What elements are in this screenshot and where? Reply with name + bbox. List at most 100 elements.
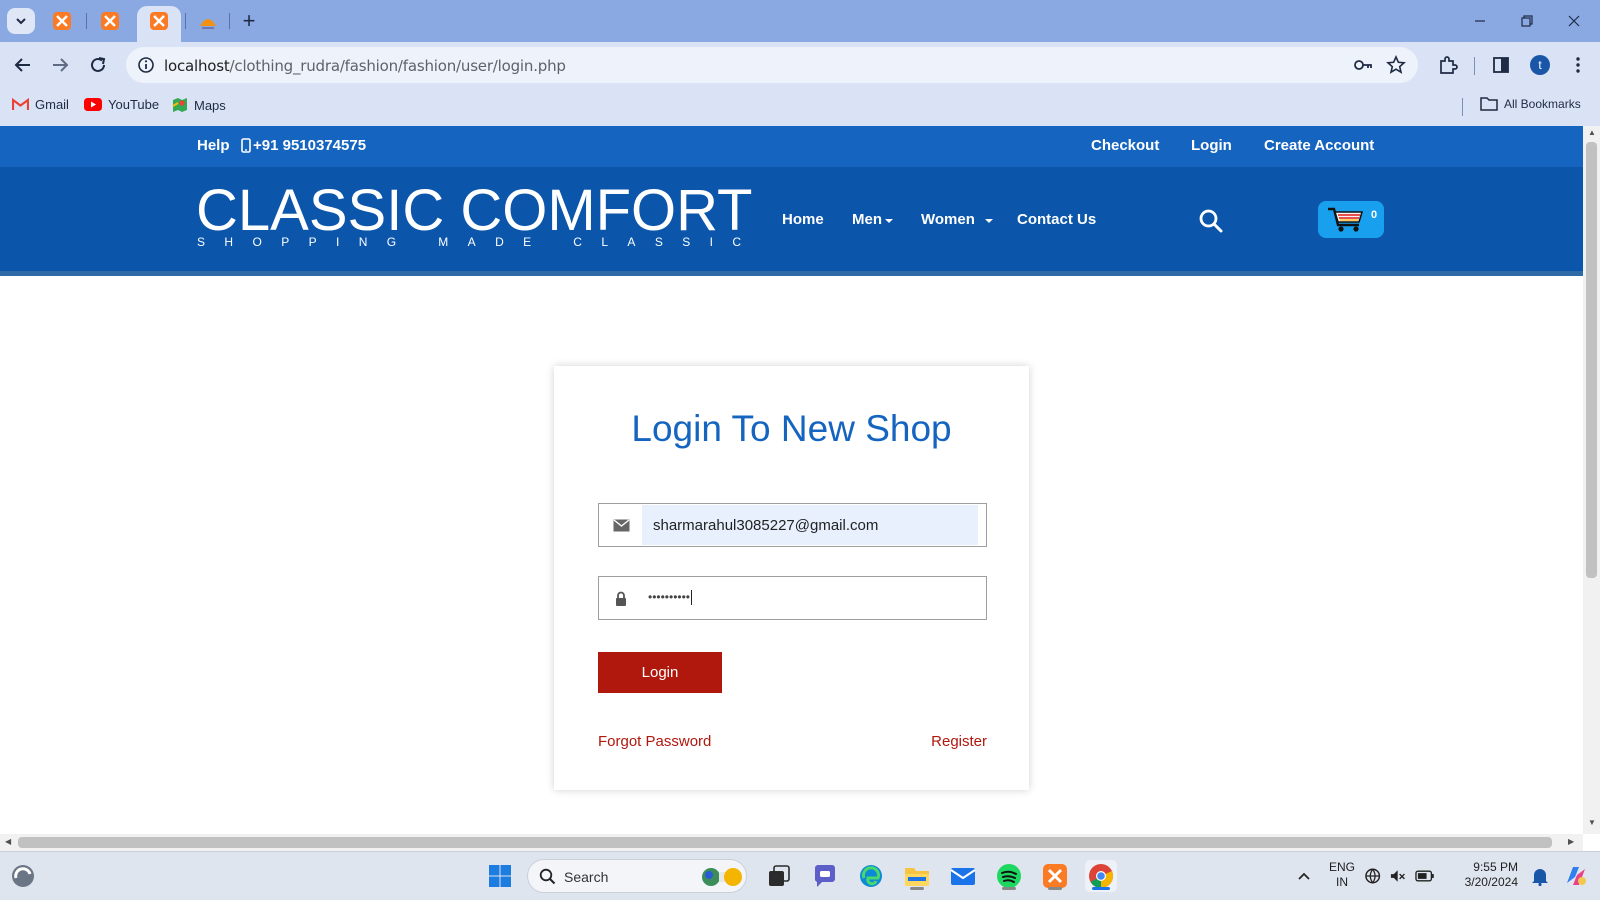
search-icon	[539, 868, 556, 885]
nav-men-dropdown[interactable]: Men	[852, 211, 893, 228]
password-field[interactable]: ••••••••••	[598, 576, 987, 620]
help-link[interactable]: Help	[197, 137, 230, 154]
bookmark-maps[interactable]: Maps	[172, 97, 226, 113]
checkout-link[interactable]: Checkout	[1091, 137, 1159, 154]
taskbar-search-box[interactable]: Search	[527, 859, 747, 893]
spotify-icon	[997, 864, 1021, 888]
forgot-password-link[interactable]: Forgot Password	[598, 733, 711, 750]
language-indicator[interactable]: ENG IN	[1326, 860, 1358, 890]
horizontal-scroll-thumb[interactable]	[18, 837, 1552, 848]
profile-button[interactable]: t	[1526, 51, 1554, 79]
vertical-scroll-thumb[interactable]	[1586, 142, 1597, 578]
bookmark-gmail[interactable]: Gmail	[12, 97, 69, 112]
address-bar[interactable]: localhost/clothing_rudra/fashion/fashion…	[126, 47, 1418, 83]
search-highlight-icon	[702, 868, 742, 886]
volume-muted-icon	[1391, 870, 1406, 882]
restore-button[interactable]	[1515, 10, 1539, 32]
chrome-button[interactable]	[1085, 860, 1117, 892]
tab-separator	[229, 13, 230, 29]
nav-women-dropdown[interactable]: Women	[921, 211, 994, 228]
windows-logo-icon	[489, 865, 511, 887]
all-bookmarks-button[interactable]: All Bookmarks	[1480, 97, 1581, 111]
search-icon[interactable]	[1198, 208, 1224, 234]
copilot-button[interactable]	[1560, 860, 1592, 892]
reload-button[interactable]	[84, 51, 112, 79]
folder-icon	[905, 868, 929, 886]
folder-icon	[1480, 97, 1498, 111]
task-view-button[interactable]	[763, 860, 795, 892]
new-tab-button[interactable]: +	[237, 8, 261, 33]
xampp-icon	[101, 12, 119, 30]
tab-xampp-3[interactable]	[148, 10, 170, 32]
email-input[interactable]: sharmarahul3085227@gmail.com	[642, 505, 978, 545]
back-button[interactable]	[9, 51, 37, 79]
xampp-icon	[150, 12, 168, 30]
spotify-button[interactable]	[993, 860, 1025, 892]
password-mask: ••••••••••	[648, 590, 691, 604]
login-submit-button[interactable]: Login	[598, 652, 722, 693]
tab-xampp-1[interactable]	[51, 10, 73, 32]
bookmark-label: YouTube	[108, 97, 160, 112]
scroll-down-arrow-icon[interactable]: ▼	[1588, 818, 1596, 827]
email-field[interactable]: sharmarahul3085227@gmail.com	[598, 503, 987, 547]
copilot-icon	[1567, 867, 1586, 885]
phone-contact[interactable]: +91 9510374575	[241, 137, 366, 154]
bell-icon	[1532, 869, 1548, 886]
register-link[interactable]: Register	[931, 733, 987, 750]
xampp-icon	[1043, 864, 1067, 888]
bookmark-star-button[interactable]	[1384, 53, 1408, 77]
browser-menu-button[interactable]	[1564, 51, 1592, 79]
widgets-button[interactable]	[7, 860, 39, 892]
start-button[interactable]	[484, 860, 516, 892]
nav-contact-us[interactable]: Contact Us	[1017, 211, 1096, 228]
minimize-button[interactable]	[1468, 10, 1492, 32]
maps-icon	[172, 98, 187, 112]
bookmark-label: Gmail	[35, 97, 69, 112]
tab-xampp-2[interactable]	[99, 10, 121, 32]
tab-search-button[interactable]	[7, 8, 35, 34]
login-title: Login To New Shop	[631, 408, 952, 449]
minimize-icon	[1475, 20, 1485, 22]
forward-button[interactable]	[46, 51, 74, 79]
create-account-link[interactable]: Create Account	[1264, 137, 1374, 154]
nav-home-label: Home	[782, 211, 824, 228]
mail-button[interactable]	[947, 860, 979, 892]
star-icon	[1386, 55, 1406, 74]
notifications-button[interactable]	[1524, 860, 1556, 892]
restore-icon	[1521, 15, 1533, 27]
side-panel-icon	[1493, 57, 1509, 73]
plus-icon: +	[242, 8, 256, 33]
main-navbar: CLASSIC COMFORT SHOPPING MADE CLASSIC Ho…	[0, 167, 1583, 276]
close-window-button[interactable]	[1562, 10, 1586, 32]
clock[interactable]: 9:55 PM 3/20/2024	[1448, 860, 1518, 890]
scroll-left-arrow-icon[interactable]: ◀	[5, 837, 11, 846]
scroll-right-arrow-icon[interactable]: ▶	[1568, 837, 1574, 846]
browser-tab-bar: +	[0, 0, 1600, 42]
scroll-up-arrow-icon[interactable]: ▲	[1588, 128, 1596, 137]
login-link[interactable]: Login	[1191, 137, 1232, 154]
password-input[interactable]: ••••••••••	[648, 590, 693, 606]
cart-button[interactable]: 0	[1318, 201, 1384, 238]
extensions-button[interactable]	[1434, 51, 1462, 79]
nav-home[interactable]: Home	[782, 211, 824, 228]
active-indicator	[1092, 887, 1110, 890]
mail-icon	[950, 868, 976, 885]
close-icon	[1568, 15, 1580, 27]
site-info-button[interactable]	[134, 53, 158, 77]
show-hidden-icons-button[interactable]	[1288, 860, 1320, 892]
teams-chat-button[interactable]	[809, 860, 841, 892]
xampp-button[interactable]	[1039, 860, 1071, 892]
youtube-icon	[84, 98, 102, 111]
edge-button[interactable]	[855, 860, 887, 892]
site-logo-title[interactable]: CLASSIC COMFORT	[196, 179, 752, 243]
file-explorer-button[interactable]	[901, 860, 933, 892]
tab-separator	[86, 13, 87, 29]
bookmark-youtube[interactable]: YouTube	[84, 97, 159, 112]
browser-toolbar: localhost/clothing_rudra/fashion/fashion…	[0, 42, 1600, 88]
side-panel-button[interactable]	[1487, 51, 1515, 79]
login-card: Login To New Shop sharmarahul3085227@gma…	[554, 366, 1029, 790]
tab-phpmyadmin[interactable]	[197, 10, 219, 32]
system-tray-quick-settings[interactable]	[1364, 860, 1434, 892]
xampp-icon	[53, 12, 71, 30]
password-key-button[interactable]	[1351, 53, 1375, 77]
